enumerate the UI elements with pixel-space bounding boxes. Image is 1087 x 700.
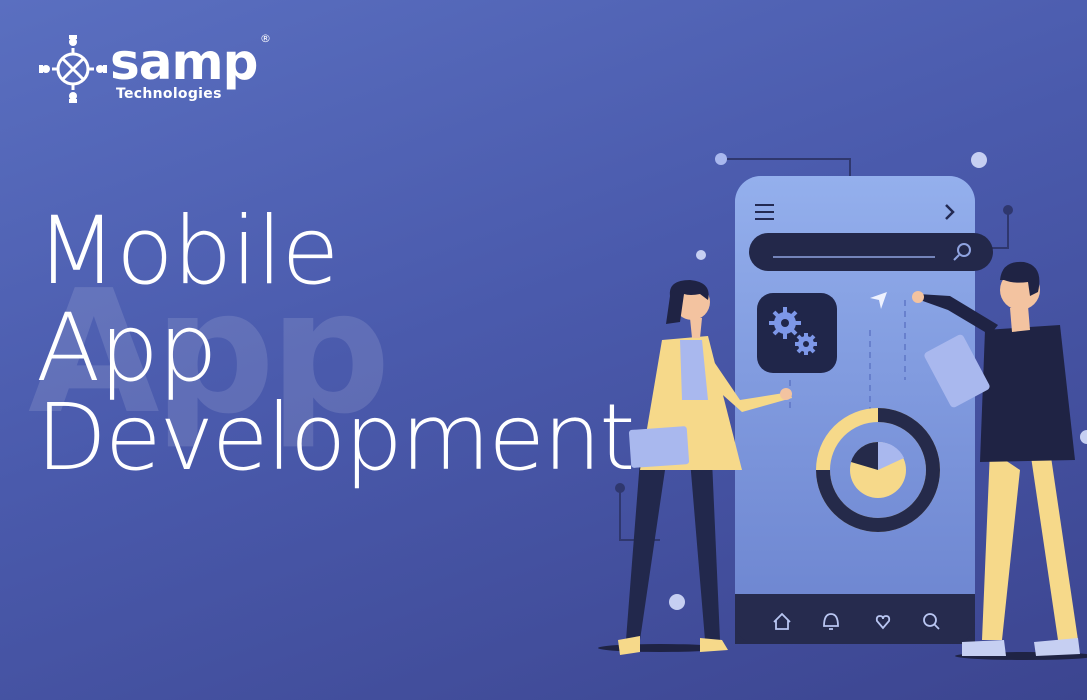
- decor-dot: [1003, 205, 1013, 215]
- decor-dot: [669, 594, 685, 610]
- settings-tile[interactable]: [757, 293, 837, 373]
- decor-dot: [696, 250, 706, 260]
- decor-dot: [715, 153, 727, 165]
- mobile-app-illustration: [598, 152, 1087, 660]
- headline-line-3: Development: [36, 384, 635, 491]
- decor-dot: [615, 483, 625, 493]
- brand-subtitle: Technologies: [116, 86, 222, 102]
- registered-mark: ®: [260, 32, 271, 45]
- decor-dot: [971, 152, 987, 168]
- search-bar[interactable]: [749, 233, 993, 271]
- brand-name: samp: [110, 33, 258, 91]
- headline-line-1: Mobile: [36, 197, 339, 306]
- decor-dot: [1080, 430, 1087, 444]
- headline-line-2: App: [36, 294, 218, 403]
- logo[interactable]: samp ® Technologies: [36, 30, 276, 110]
- samp-logo-mark-icon: [39, 35, 107, 103]
